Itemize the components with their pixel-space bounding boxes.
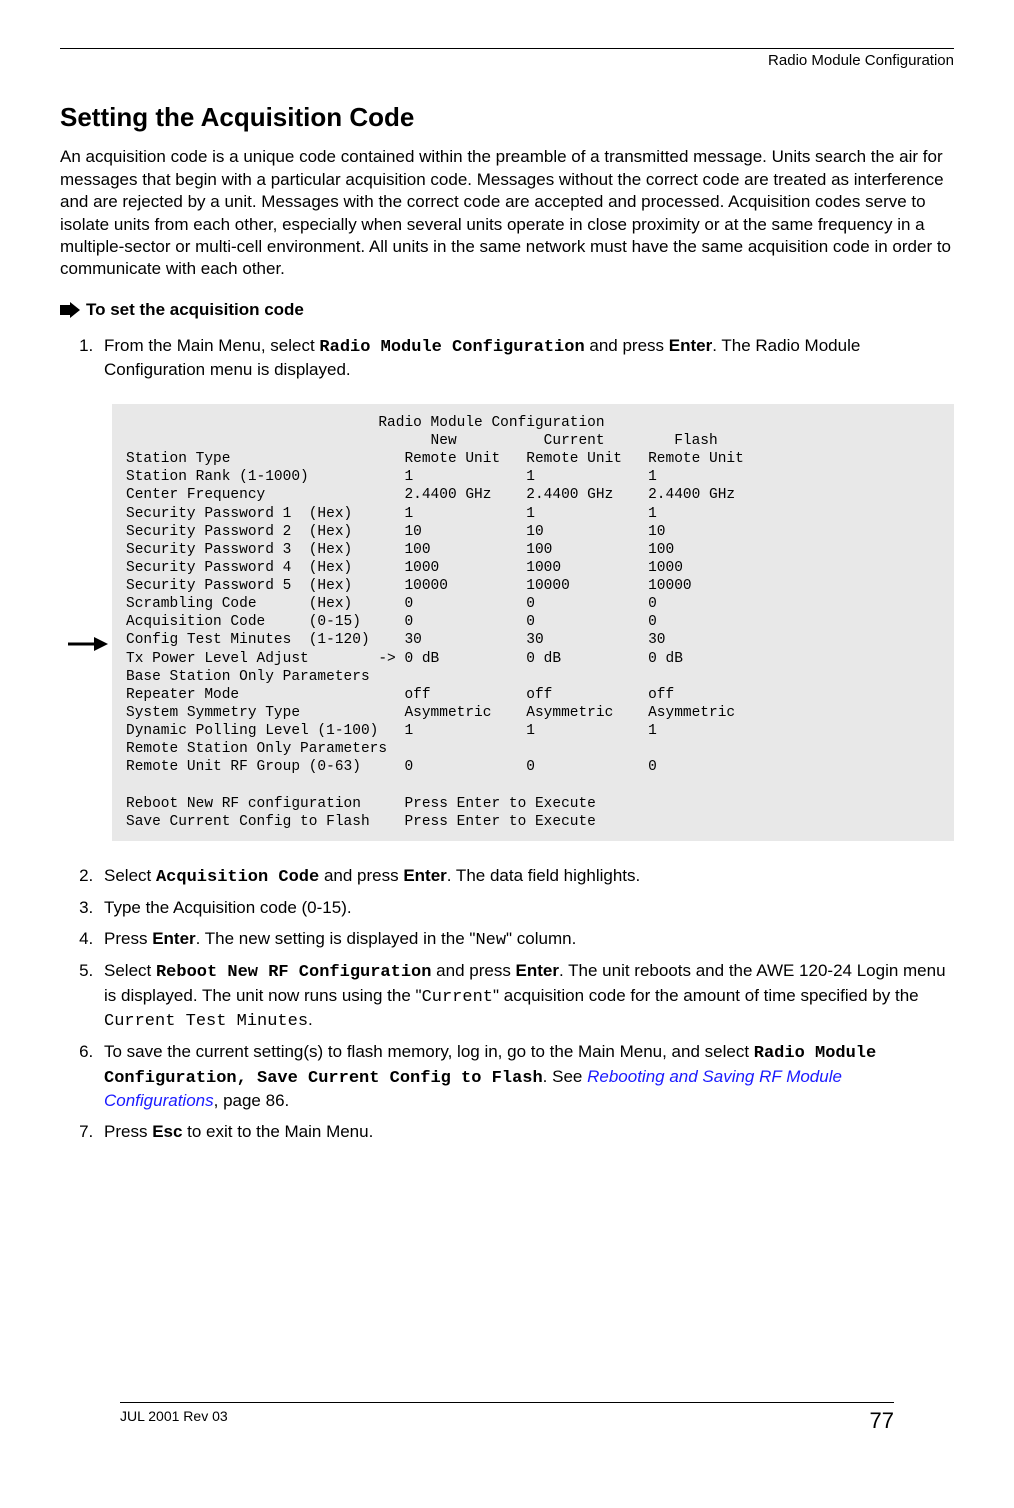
step-4: Press Enter. The new setting is displaye…	[98, 928, 954, 952]
procedure-arrow-icon	[60, 302, 80, 318]
page-title: Setting the Acquisition Code	[60, 101, 954, 135]
step5-key: Enter	[516, 961, 559, 980]
step5-text-a: Select	[104, 961, 156, 980]
footer-page-number: 77	[870, 1407, 894, 1436]
step1-text-b: and press	[585, 336, 669, 355]
step3-text: Type the Acquisition code (0-15).	[104, 898, 352, 917]
procedure-list: From the Main Menu, select Radio Module …	[60, 335, 954, 1143]
header-rule	[60, 48, 954, 49]
step1-text-a: From the Main Menu, select	[104, 336, 319, 355]
footer-revision: JUL 2001 Rev 03	[120, 1407, 228, 1436]
step-1: From the Main Menu, select Radio Module …	[98, 335, 954, 841]
intro-paragraph: An acquisition code is a unique code con…	[60, 146, 954, 281]
step4-text-a: Press	[104, 929, 152, 948]
step-6: To save the current setting(s) to flash …	[98, 1041, 954, 1112]
step-3: Type the Acquisition code (0-15).	[98, 897, 954, 919]
step5-field: Current Test Minutes	[104, 1012, 308, 1031]
step-2: Select Acquisition Code and press Enter.…	[98, 865, 954, 889]
terminal-output: Radio Module Configuration New Current F…	[112, 404, 954, 841]
step6-text-c: , page 86.	[214, 1091, 290, 1110]
callout-arrow-icon	[68, 636, 108, 652]
step1-cmd: Radio Module Configuration	[319, 338, 584, 357]
step-7: Press Esc to exit to the Main Menu.	[98, 1121, 954, 1143]
running-header: Radio Module Configuration	[60, 51, 954, 71]
step2-text-c: . The data field highlights.	[447, 866, 640, 885]
step2-text-a: Select	[104, 866, 156, 885]
step2-cmd: Acquisition Code	[156, 868, 319, 887]
task-heading-text: To set the acquisition code	[86, 299, 304, 321]
step-5: Select Reboot New RF Configuration and p…	[98, 960, 954, 1033]
step5-text-e: .	[308, 1010, 313, 1029]
step5-col: Current	[422, 988, 493, 1007]
step7-text-a: Press	[104, 1122, 152, 1141]
step4-text-c: " column.	[506, 929, 576, 948]
step7-text-b: to exit to the Main Menu.	[182, 1122, 373, 1141]
task-heading-row: To set the acquisition code	[60, 299, 954, 321]
step2-key: Enter	[403, 866, 446, 885]
step6-text-a: To save the current setting(s) to flash …	[104, 1042, 754, 1061]
step4-key: Enter	[152, 929, 195, 948]
step1-key: Enter	[669, 336, 712, 355]
step2-text-b: and press	[319, 866, 403, 885]
step5-text-d: " acquisition code for the amount of tim…	[493, 986, 919, 1005]
page-footer: JUL 2001 Rev 03 77	[120, 1402, 894, 1436]
step4-text-b: . The new setting is displayed in the "	[196, 929, 476, 948]
terminal-screenshot-container: Radio Module Configuration New Current F…	[104, 404, 954, 841]
step4-col: New	[475, 931, 506, 950]
step5-cmd: Reboot New RF Configuration	[156, 963, 431, 982]
step7-key: Esc	[152, 1122, 182, 1141]
step6-text-b: . See	[543, 1067, 587, 1086]
step5-text-b: and press	[431, 961, 515, 980]
